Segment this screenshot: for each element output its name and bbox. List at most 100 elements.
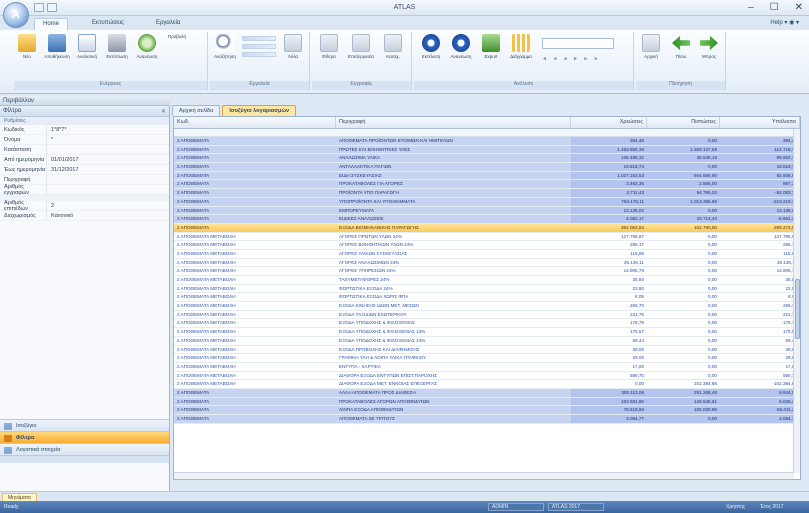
property-row[interactable]: Από ημερομηνία 01/01/2017 bbox=[0, 154, 169, 165]
cell-credit: 291.268,48 bbox=[647, 388, 720, 397]
property-value[interactable] bbox=[46, 174, 169, 185]
table-row[interactable]: 2 ΑΠΟΘΕΜΑΤΑ ΑΝΑΛΩΣΙΜΑ ΥΛΙΚΑ 136.498,32 46.5… bbox=[174, 154, 800, 164]
search-button[interactable]: Αναζήτηση bbox=[212, 34, 238, 59]
edit-button[interactable]: Επεξεργασία bbox=[348, 34, 374, 59]
cell-balance: 266,70 bbox=[782, 303, 797, 309]
column-header-description[interactable]: Περιγραφή bbox=[336, 117, 571, 128]
nav-filters[interactable]: Φίλτρα bbox=[0, 431, 169, 443]
execute-button[interactable]: Εκτέλεση bbox=[418, 34, 444, 59]
detail-button[interactable]: Αναλυτική bbox=[74, 34, 100, 59]
doc-tab-trial-balance[interactable]: Ισοζύγιο λογαριασμών bbox=[222, 105, 297, 116]
property-row[interactable]: Έως ημερομηνία 31/12/2017 bbox=[0, 164, 169, 175]
table-row[interactable]: 2 ΑΠΟΘΕΜΑΤΑ ΕΜΠΟΡΕΥΜΑΤΑ 13.136,02 0,00 13.13… bbox=[174, 206, 800, 216]
property-value[interactable]: 31/12/2017 bbox=[46, 164, 169, 175]
close-panel-icon[interactable]: ✕ bbox=[161, 108, 166, 115]
vertical-scrollbar[interactable] bbox=[793, 129, 800, 473]
table-row[interactable]: 2 ΑΠΟΘΕΜΑΤΑ ΥΠΟΠΡΟΪΟΝΤΑ ΚΑΙ ΥΠΟΛΕΙΜΜΑΤΑ 79… bbox=[174, 197, 800, 207]
property-value[interactable]: 1*8*7* bbox=[46, 124, 169, 135]
table-row[interactable]: 2 ΑΠΟΘΕΜΑΤΑ ΜΕΤΑΒΟΛΗ ΑΓΟΡΕΣ ΥΠΗΡΕΣΙΩΝ 24%… bbox=[174, 267, 800, 276]
cell-debit: 8,05 bbox=[635, 294, 644, 300]
table-row[interactable]: 2 ΑΠΟΘΕΜΑΤΑ ΠΡΩΤΕΣ ΚΑΙ ΒΟΗΘΗΤΙΚΕΣ ΥΛΕΣ 1.4… bbox=[174, 145, 800, 155]
nav-accounting-items[interactable]: Λογιστικά στοιχεία bbox=[0, 443, 169, 455]
table-row[interactable]: 2 ΑΠΟΘΕΜΑΤΑ ΜΕΤΑΒΟΛΗ ΕΞΟΔΑ ΥΠΟΔΟΧΗΣ & ΦΙΛ… bbox=[174, 319, 800, 329]
table-row[interactable]: 2 ΑΠΟΘΕΜΑΤΑ ΕΙΔΗ ΣΥΣΚΕΥΑΣΙΑΣ 1.037.163,53 9… bbox=[174, 171, 800, 181]
table-row[interactable]: 2 ΑΠΟΘΕΜΑΤΑ ΜΕΤΑΒΟΛΗ ΕΞΟΔΑ ΠΡΟΒΟΛΗΣ ΚΑΙ Δ… bbox=[174, 345, 800, 355]
save-button[interactable]: Αποθήκευση bbox=[44, 34, 70, 59]
nav-overflow[interactable] bbox=[0, 455, 169, 463]
view-button[interactable]: Προβολή bbox=[164, 34, 355, 168]
table-row[interactable]: 2 ΑΠΟΘΕΜΑΤΑ ΠΡΟΚΑΤΑΒΟΛΕΣ ΓΙΑ ΑΓΟΡΕΣ 3.463,… bbox=[174, 180, 800, 190]
table-row[interactable]: 2 ΑΠΟΘΕΜΑΤΑ ΜΕΤΑΒΟΛΗ ΕΞΟΔΑ ΤΑΞΙΔΙΩΝ ΕΣΩΤΕ… bbox=[174, 310, 800, 320]
column-header-code[interactable]: Κωδ. bbox=[174, 117, 336, 128]
table-row[interactable]: 2 ΑΠΟΘΕΜΑΤΑ ΜΕΤΑΒΟΛΗ ΔΙΑΦΟΡΑ ΕΞΟΔΑ ΜΕΤ. Ε… bbox=[174, 380, 800, 389]
back-button[interactable]: Πίσω bbox=[668, 34, 694, 59]
table-row[interactable]: 2 ΑΠΟΘΕΜΑΤΑ ΑΝΤΑΛΛΑΚΤΙΚΑ ΠΑΓΙΩΝ 19.819,74 0… bbox=[174, 163, 800, 172]
column-header-credit[interactable]: Πιστώσεις bbox=[647, 117, 720, 128]
property-row[interactable]: Διαχωρισμός Κανονικό bbox=[0, 210, 169, 221]
cell-code: 2 ΑΠΟΘΕΜΑΤΑ ΜΕΤΑΒΟΛΗ bbox=[177, 363, 236, 369]
table-row[interactable]: 2 ΑΠΟΘΕΜΑΤΑ ΑΠΟΘΕΜΑΤΑ ΠΡΟΪΟΝΤΩΝ ΕΤΟΙΜΩΝ Κ… bbox=[174, 137, 800, 146]
table-row[interactable]: 2 ΑΠΟΘΕΜΑΤΑ ΜΕΤΑΒΟΛΗ ΑΓΟΡΕΣ ΠΡΩΤΩΝ ΥΛΩΝ 2… bbox=[174, 232, 800, 242]
property-row[interactable]: Αριθμός επιπέδων 2 bbox=[0, 200, 169, 212]
property-value[interactable]: 2 bbox=[46, 200, 169, 211]
table-row[interactable]: 2 ΑΠΟΘΕΜΑΤΑ ΜΕΤΑΒΟΛΗ ΕΝΤΥΠΑ - ΧΑΡΤΙΚΑ 17,0… bbox=[174, 362, 800, 372]
tab-home[interactable]: Home bbox=[34, 18, 69, 30]
tab-tools[interactable]: Εργαλεία bbox=[148, 18, 188, 30]
property-row[interactable]: Όνομα * bbox=[0, 134, 169, 145]
column-header-balance[interactable]: Υπόλοιπο bbox=[720, 117, 800, 128]
property-value[interactable] bbox=[46, 184, 169, 195]
table-row[interactable]: 2 ΑΠΟΘΕΜΑΤΑ ΜΕΤΑΒΟΛΗ ΦΟΡΤΩΤΙΚΑ ΕΞΟΔΑ 24% 2… bbox=[174, 284, 800, 294]
property-row[interactable]: Κατάσταση bbox=[0, 144, 169, 155]
application-menu-button[interactable]: A bbox=[3, 2, 29, 28]
home-nav-button[interactable]: Αρχική bbox=[638, 34, 664, 59]
horizontal-scrollbar[interactable] bbox=[174, 472, 794, 479]
cell-debit: 3.463,36 bbox=[571, 180, 647, 189]
help-menu[interactable]: Help ▾ ◉ ▾ bbox=[770, 19, 799, 26]
table-row[interactable]: 2 ΑΠΟΘΕΜΑΤΑ ΜΕΤΑΒΟΛΗ ΑΓΟΡΕΣ ΑΝΑΛΩΣΙΜΩΝ 24… bbox=[174, 258, 800, 268]
property-value[interactable]: 01/01/2017 bbox=[46, 154, 169, 165]
table-row[interactable]: 2 ΑΠΟΘΕΜΑΤΑ ΠΡΟΪΟΝΤΑ ΥΠΟ ΠΑΡΑΓΩΓΗ 2.711,43… bbox=[174, 189, 800, 198]
register-button[interactable]: Καταχ. bbox=[380, 34, 406, 59]
table-row[interactable]: 2 ΑΠΟΘΕΜΑΤΑ ΜΕΤΑΒΟΛΗ ΦΟΡΤΩΤΙΚΑ ΕΞΟΔΑ ΧΩΡΙ… bbox=[174, 293, 800, 303]
table-row[interactable]: 2 ΑΠΟΘΕΜΑΤΑ ΠΡΟΚΑΤΑΒΟΛΕΣ ΑΓΟΡΩΝ ΑΠΟΘΕΜΑΤΩ… bbox=[174, 397, 800, 407]
table-row[interactable]: 2 ΑΠΟΘΕΜΑΤΑ ΜΕΤΑΒΟΛΗ ΔΙΑΦΟΡΑ ΕΞΟΔΑ ΕΝΤΥΠΩ… bbox=[174, 371, 800, 381]
table-row[interactable]: 2 ΑΠΟΘΕΜΑΤΑ ΜΕΤΑΒΟΛΗ ΕΞΟΔΑ ΥΠΟΔΟΧΗΣ & ΦΙΛ… bbox=[174, 336, 800, 346]
property-row[interactable]: Αριθμός εγγραφών bbox=[0, 184, 169, 196]
table-row[interactable]: 2 ΑΠΟΘΕΜΑΤΑ ΜΕΤΑΒΟΛΗ ΓΡΑΦΙΚΗ ΥΛΗ & ΛΟΙΠΑ … bbox=[174, 354, 800, 363]
table-row[interactable]: 2 ΑΠΟΘΕΜΑΤΑ ΕΙΔΙΚΕΣ ΑΝΑΛΩΣΕΙΣ 4.052,17 10.7… bbox=[174, 215, 800, 224]
table-row[interactable]: 2 ΑΠΟΘΕΜΑΤΑ ΜΕΤΑΒΟΛΗ ΤΑΧΥΜΕΤΑΦΟΡΕΣ 24% 35,… bbox=[174, 276, 800, 285]
table-row[interactable]: 2 ΑΠΟΘΕΜΑΤΑ ΜΕΤΑΒΟΛΗ ΕΞΟΔΑ ΚΙΝΗΣΗΣ ΙΔΙΩΝ … bbox=[174, 302, 800, 311]
table-row[interactable]: 2 ΑΠΟΘΕΜΑΤΑ ΑΠΟΘΕΜΑΤΑ ΣΕ ΤΡΙΤΟΥΣ 3.064,77 0… bbox=[174, 415, 800, 424]
table-row[interactable]: 2 ΑΠΟΘΕΜΑΤΑ ΜΕΤΑΒΟΛΗ ΕΞΟΔΑ ΥΠΟΔΟΧΗΣ & ΦΙΛ… bbox=[174, 328, 800, 337]
table-row[interactable]: 2 ΑΠΟΘΕΜΑΤΑ ΛΟΙΠΑ ΕΞΟΔΑ ΑΠΟΘΕΜΑΤΩΝ 78.619,… bbox=[174, 406, 800, 415]
column-header-debit[interactable]: Χρεώσεις bbox=[571, 117, 647, 128]
filter-button[interactable]: Φίλτρα bbox=[316, 34, 342, 59]
new-button[interactable]: Νέο bbox=[14, 34, 40, 59]
more-button[interactable]: Άλλα bbox=[280, 34, 306, 59]
record-navigator[interactable]: ◄ ◄ ◄ ► ► ► bbox=[542, 56, 601, 62]
minimize-button[interactable]: – bbox=[748, 2, 754, 13]
table-row[interactable]: 2 ΑΠΟΘΕΜΑΤΑ ΜΕΤΑΒΟΛΗ ΑΓΟΡΕΣ ΥΛΙΚΩΝ ΣΥΣΚΕΥ… bbox=[174, 249, 800, 259]
print-button[interactable]: Εκτύπωση bbox=[104, 34, 130, 59]
export-button[interactable]: Export bbox=[478, 34, 504, 59]
refresh-button[interactable]: Ανανέωση bbox=[134, 34, 160, 59]
property-value[interactable] bbox=[46, 144, 169, 155]
property-row[interactable]: Κωδικός 1*8*7* bbox=[0, 124, 169, 135]
property-value[interactable]: * bbox=[46, 134, 169, 145]
option-list[interactable] bbox=[242, 36, 276, 60]
scroll-thumb[interactable] bbox=[795, 279, 800, 339]
quick-search-input[interactable] bbox=[542, 38, 614, 49]
nav-trial-balance[interactable]: Ισοζύγιο bbox=[0, 419, 169, 431]
maximize-button[interactable]: ☐ bbox=[770, 2, 779, 13]
table-row[interactable]: 2 ΑΠΟΘΕΜΑΤΑ ΜΕΤΑΒΟΛΗ ΑΓΟΡΕΣ ΒΟΗΘΗΤΙΚΩΝ ΥΛ… bbox=[174, 241, 800, 250]
doc-tab-home[interactable]: Αρχική σελίδα bbox=[172, 105, 221, 116]
table-row[interactable]: 2 ΑΠΟΘΕΜΑΤΑ ΑΛΛΑ ΑΠΟΘΕΜΑΤΑ ΠΡΟΣ ΔΙΑΘΕΣΗ 30… bbox=[174, 388, 800, 398]
tab-prints[interactable]: Εκτυπώσεις bbox=[84, 18, 132, 30]
close-button[interactable]: ✕ bbox=[795, 2, 803, 13]
property-value[interactable]: Κανονικό bbox=[46, 210, 169, 221]
chart-button[interactable]: Διάγραμμα bbox=[508, 34, 534, 59]
forward-button[interactable]: Μπρος bbox=[696, 34, 722, 59]
table-row[interactable]: 2 ΑΠΟΘΕΜΑΤΑ ΕΞΟΔΑ ΒΙΟΜΗΧΑΝΙΚΗΣ ΠΑΡΑΓΩΓΗΣ 3… bbox=[174, 223, 800, 233]
reload-button[interactable]: Ανανέωση bbox=[448, 34, 474, 59]
grid-filter-row[interactable] bbox=[174, 129, 800, 137]
